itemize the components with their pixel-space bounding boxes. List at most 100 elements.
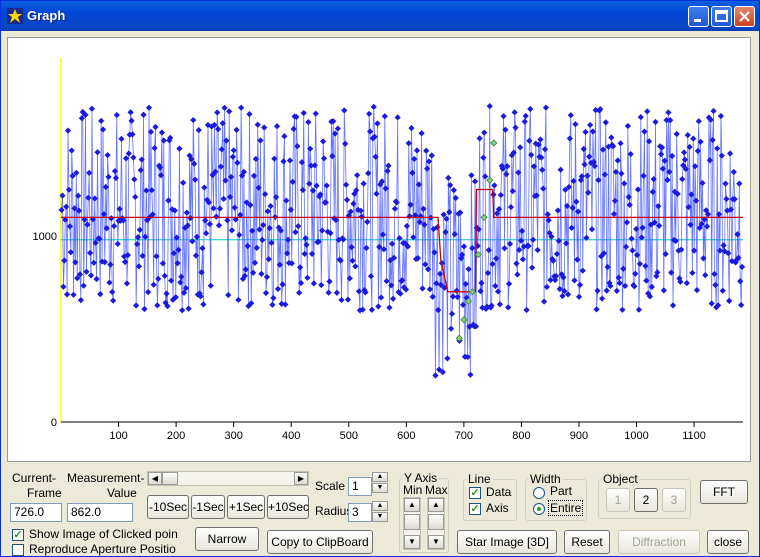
scale-up-icon[interactable]: ▲	[372, 472, 388, 482]
data-point	[594, 287, 601, 294]
data-point	[491, 182, 498, 189]
y-max-scrollbar[interactable]: ▲ ▼	[427, 497, 445, 550]
y-min-up-icon[interactable]: ▲	[404, 498, 420, 512]
minimize-button[interactable]	[688, 6, 709, 27]
data-point	[132, 193, 139, 201]
data-point	[726, 297, 733, 304]
data-point	[216, 205, 224, 212]
data-point	[681, 156, 689, 163]
y-max-up-icon[interactable]: ▲	[428, 498, 444, 512]
reproduce-aperture-checkbox[interactable]	[12, 544, 24, 556]
data-point	[628, 235, 635, 242]
data-point	[394, 114, 401, 121]
scroll-right-icon[interactable]: ▶	[294, 472, 308, 485]
object-3-button[interactable]: 3	[662, 488, 686, 512]
data-point	[492, 282, 499, 290]
data-point	[480, 154, 487, 161]
data-point	[432, 372, 439, 379]
data-point	[566, 135, 573, 142]
data-point	[122, 155, 130, 162]
data-point	[544, 211, 551, 218]
data-point	[608, 134, 615, 141]
diffraction-button[interactable]: Diffraction	[618, 530, 700, 554]
data-point	[656, 222, 663, 229]
data-point	[215, 222, 223, 229]
plus-10sec-button[interactable]: +10Sec	[267, 495, 309, 519]
data-point	[299, 186, 306, 194]
minus-1sec-button[interactable]: -1Sec	[191, 495, 225, 519]
reset-button[interactable]: Reset	[564, 530, 610, 554]
data-checkbox-label: Data	[486, 485, 512, 499]
data-point	[97, 290, 104, 298]
current-frame-field[interactable]: 726.0	[10, 503, 62, 522]
data-point	[539, 166, 546, 174]
data-point	[267, 202, 274, 210]
data-point	[529, 236, 537, 243]
radius-field[interactable]: 3	[348, 503, 372, 522]
narrow-button[interactable]: Narrow	[195, 527, 259, 551]
axis-checkbox[interactable]: ✓	[469, 503, 481, 515]
data-point	[723, 195, 730, 203]
y-tick-label: 0	[51, 417, 57, 429]
maximize-button[interactable]	[711, 6, 732, 27]
plus-1sec-button[interactable]: +1Sec	[227, 495, 265, 519]
object-2-button[interactable]: 2	[634, 488, 658, 512]
close-window-button[interactable]	[734, 6, 755, 27]
data-point	[256, 226, 263, 233]
data-point	[669, 302, 677, 309]
data-point	[342, 140, 349, 147]
data-point	[215, 126, 222, 133]
data-point	[694, 147, 701, 155]
scroll-left-icon[interactable]: ◀	[148, 472, 162, 485]
reproduce-aperture-label: Reproduce Aperture Positio	[29, 542, 176, 556]
entire-radio[interactable]	[533, 503, 545, 515]
data-checkbox[interactable]: ✓	[469, 487, 481, 499]
data-point	[295, 222, 302, 230]
object-1-button[interactable]: 1	[606, 488, 630, 512]
radius-label: Radius	[315, 504, 353, 518]
data-point	[344, 296, 352, 303]
y-max-thumb[interactable]	[428, 514, 444, 530]
measurement-value-field[interactable]: 862.0	[67, 503, 133, 522]
minimize-icon	[694, 19, 701, 22]
scroll-thumb[interactable]	[162, 472, 178, 485]
data-point	[703, 223, 711, 230]
close-button[interactable]: close	[707, 530, 749, 554]
data-point	[451, 231, 458, 238]
star-image-3d-button[interactable]: Star Image [3D]	[457, 530, 557, 554]
data-point	[722, 180, 729, 187]
data-point	[581, 161, 588, 168]
radius-down-icon[interactable]: ▼	[372, 512, 388, 522]
minus-10sec-button[interactable]: -10Sec	[147, 495, 189, 519]
x-tick-label: 400	[282, 430, 300, 442]
data-point	[642, 262, 649, 270]
show-image-checkbox[interactable]: ✓	[12, 529, 24, 541]
plot-area[interactable]: 100 200 300 400 500 600 700 800 900 1000 1100 0 1000	[7, 37, 751, 462]
fft-button[interactable]: FFT	[700, 480, 748, 504]
y-min-thumb[interactable]	[404, 514, 420, 530]
copy-to-clipboard-button[interactable]: Copy to ClipBoard	[267, 530, 373, 554]
data-point	[512, 124, 519, 131]
light-curve-chart[interactable]: 100 200 300 400 500 600 700 800 900 1000 1100 0 1000	[8, 38, 750, 461]
y-min-scrollbar[interactable]: ▲ ▼	[403, 497, 421, 550]
y-tick-label: 1000	[33, 231, 57, 243]
frame-scrollbar[interactable]: ◀ ▶	[147, 471, 309, 486]
data-point	[509, 188, 516, 195]
data-point	[519, 256, 527, 263]
data-point	[481, 129, 488, 136]
data-point	[571, 277, 578, 284]
title-bar[interactable]: Graph	[1, 1, 759, 31]
part-radio[interactable]	[533, 487, 545, 499]
scale-down-icon[interactable]: ▼	[372, 483, 388, 493]
radius-up-icon[interactable]: ▲	[372, 501, 388, 511]
y-max-down-icon[interactable]: ▼	[428, 535, 444, 549]
axis-checkbox-label: Axis	[486, 501, 509, 515]
y-min-down-icon[interactable]: ▼	[404, 535, 420, 549]
data-point	[406, 213, 413, 220]
data-point	[523, 306, 530, 314]
data-point	[274, 285, 282, 293]
data-point	[737, 278, 744, 285]
scale-field[interactable]: 1	[348, 477, 372, 496]
data-point	[389, 295, 397, 302]
data-point	[300, 109, 307, 117]
